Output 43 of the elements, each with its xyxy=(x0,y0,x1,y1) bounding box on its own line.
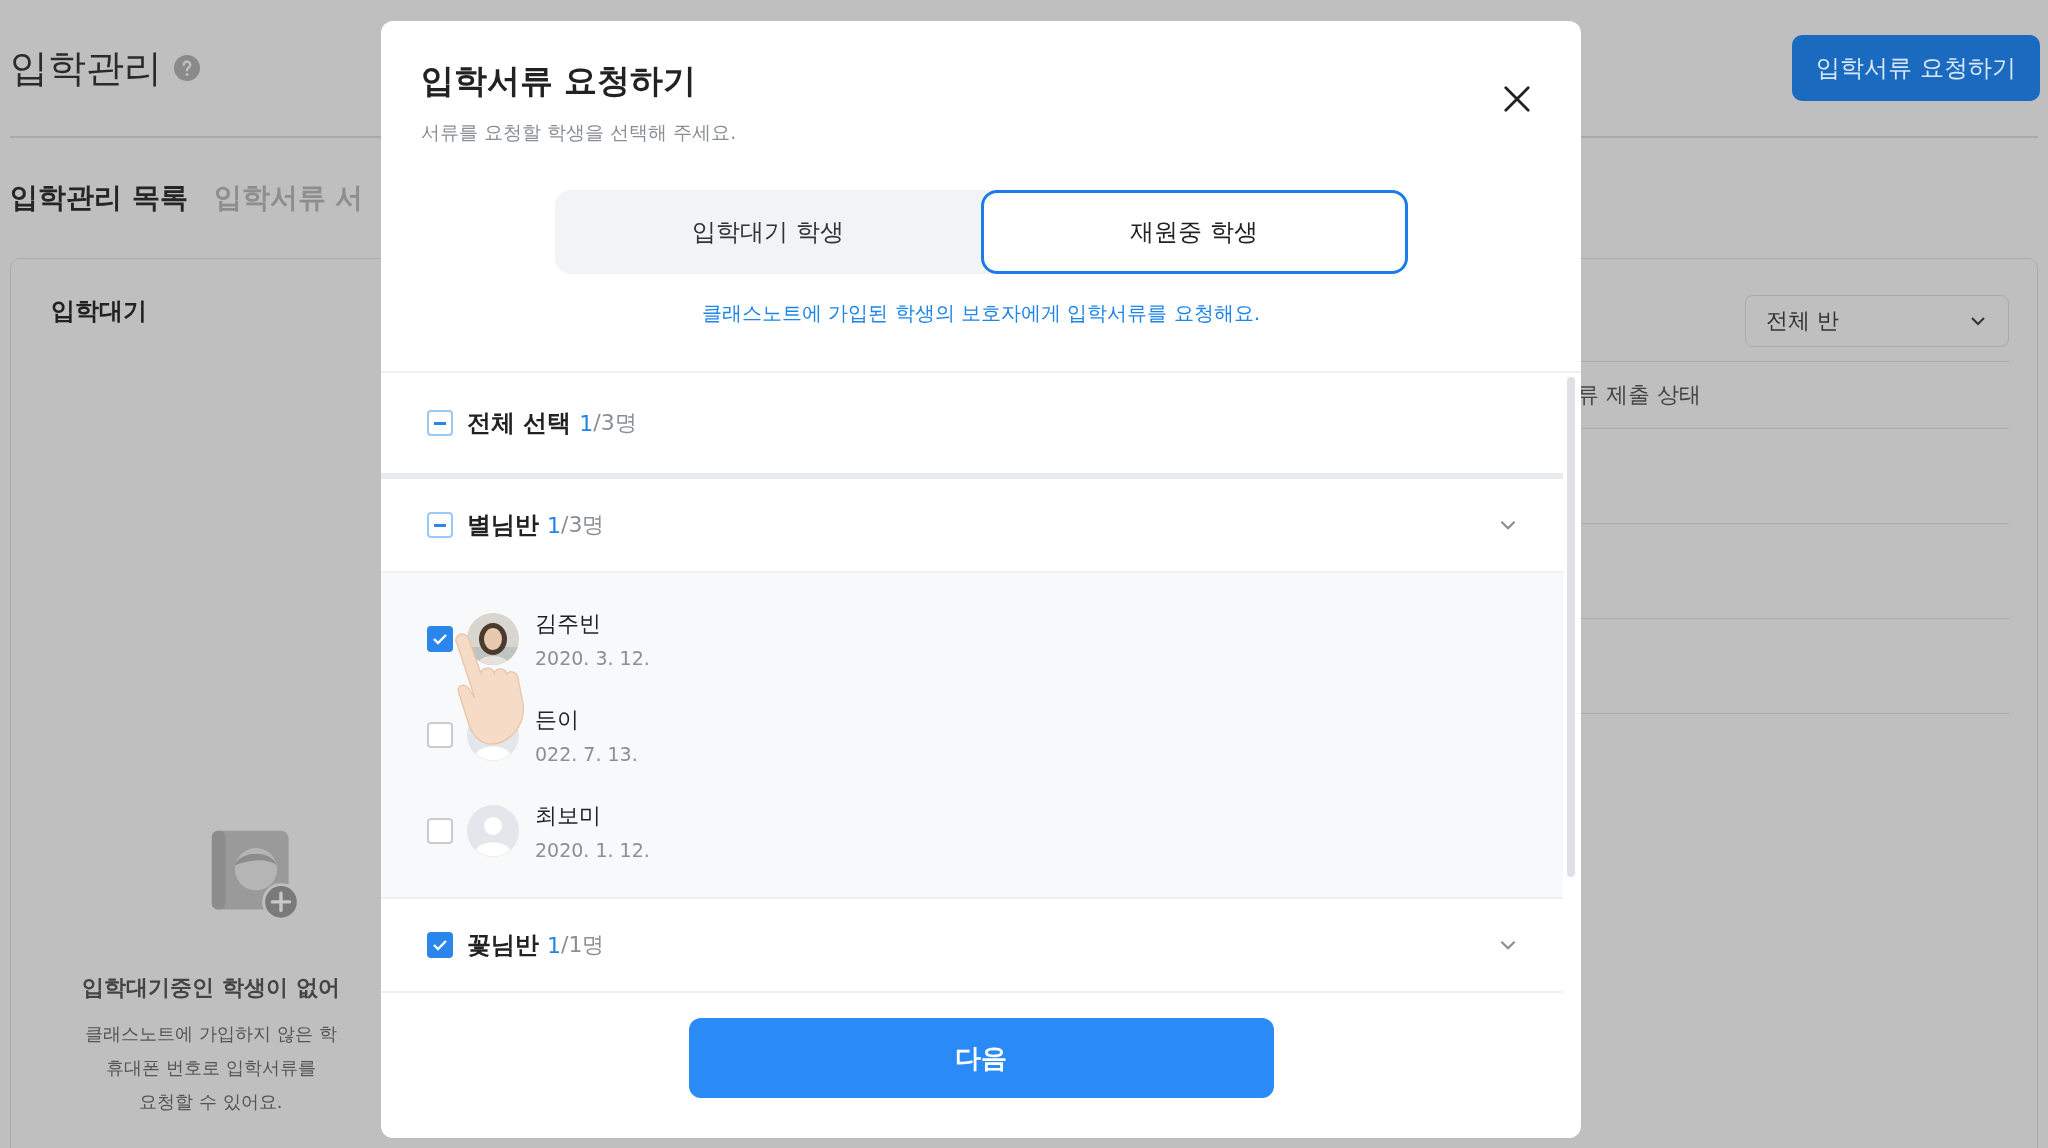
empty-title: 입학대기중인 학생이 없어 xyxy=(82,974,340,1002)
page-tab[interactable]: 입학관리 목록 xyxy=(10,179,188,217)
checkbox[interactable] xyxy=(427,626,453,652)
next-button[interactable]: 다음 xyxy=(688,1018,1274,1098)
close-icon[interactable] xyxy=(1503,85,1531,113)
total-count: /3명 xyxy=(593,409,637,437)
class-name: 별님반 xyxy=(467,510,539,541)
total-count: /3명 xyxy=(561,511,605,539)
avatar-icon xyxy=(467,805,519,857)
request-documents-button[interactable]: 입학서류 요청하기 xyxy=(1792,35,2040,101)
checkbox[interactable] xyxy=(427,818,453,844)
dialog-title: 입학서류 요청하기 xyxy=(421,60,698,102)
checkbox[interactable] xyxy=(427,410,453,436)
checkbox[interactable] xyxy=(427,932,453,958)
student-type-tab[interactable]: 재원중 학생 xyxy=(981,190,1408,274)
scrollbar[interactable] xyxy=(1567,377,1575,877)
class-filter-dropdown[interactable]: 전체 반 xyxy=(1745,295,2009,347)
dialog-subtitle: 서류를 요청할 학생을 선택해 주세요. xyxy=(421,120,737,145)
help-icon[interactable] xyxy=(174,55,200,81)
checkbox[interactable] xyxy=(427,722,453,748)
student-name: 최보미 xyxy=(535,802,602,830)
checkbox[interactable] xyxy=(427,512,453,538)
selected-count: 1 xyxy=(547,932,561,958)
empty-description: 요청할 수 있어요. xyxy=(139,1090,283,1114)
info-text: 클래스노트에 가입된 학생의 보호자에게 입학서류를 요청해요. xyxy=(701,300,1261,327)
select-all-label: 전체 선택 xyxy=(467,408,572,439)
selected-count: 1 xyxy=(579,410,594,436)
minus-icon xyxy=(434,421,446,425)
empty-description: 휴대폰 번호로 입학서류를 xyxy=(106,1056,316,1080)
birth-date: 022. 7. 13. xyxy=(535,743,638,765)
total-count: /1명 xyxy=(561,931,605,959)
section-title: 입학대기 xyxy=(51,296,148,327)
page-title: 입학관리 xyxy=(10,44,162,92)
birth-date: 2020. 1. 12. xyxy=(535,839,650,861)
birth-date: 2020. 3. 12. xyxy=(535,647,650,669)
selected-count: 1 xyxy=(547,512,561,538)
minus-icon xyxy=(434,523,446,527)
empty-description: 클래스노트에 가입하지 않은 학 xyxy=(85,1022,337,1046)
class-name: 꽃님반 xyxy=(467,930,539,961)
student-name: 든이 xyxy=(535,706,580,734)
student-name: 김주빈 xyxy=(535,610,602,638)
column-header: 류 제출 상태 xyxy=(1577,381,1701,409)
student-type-tab[interactable]: 입학대기 학생 xyxy=(554,190,981,274)
